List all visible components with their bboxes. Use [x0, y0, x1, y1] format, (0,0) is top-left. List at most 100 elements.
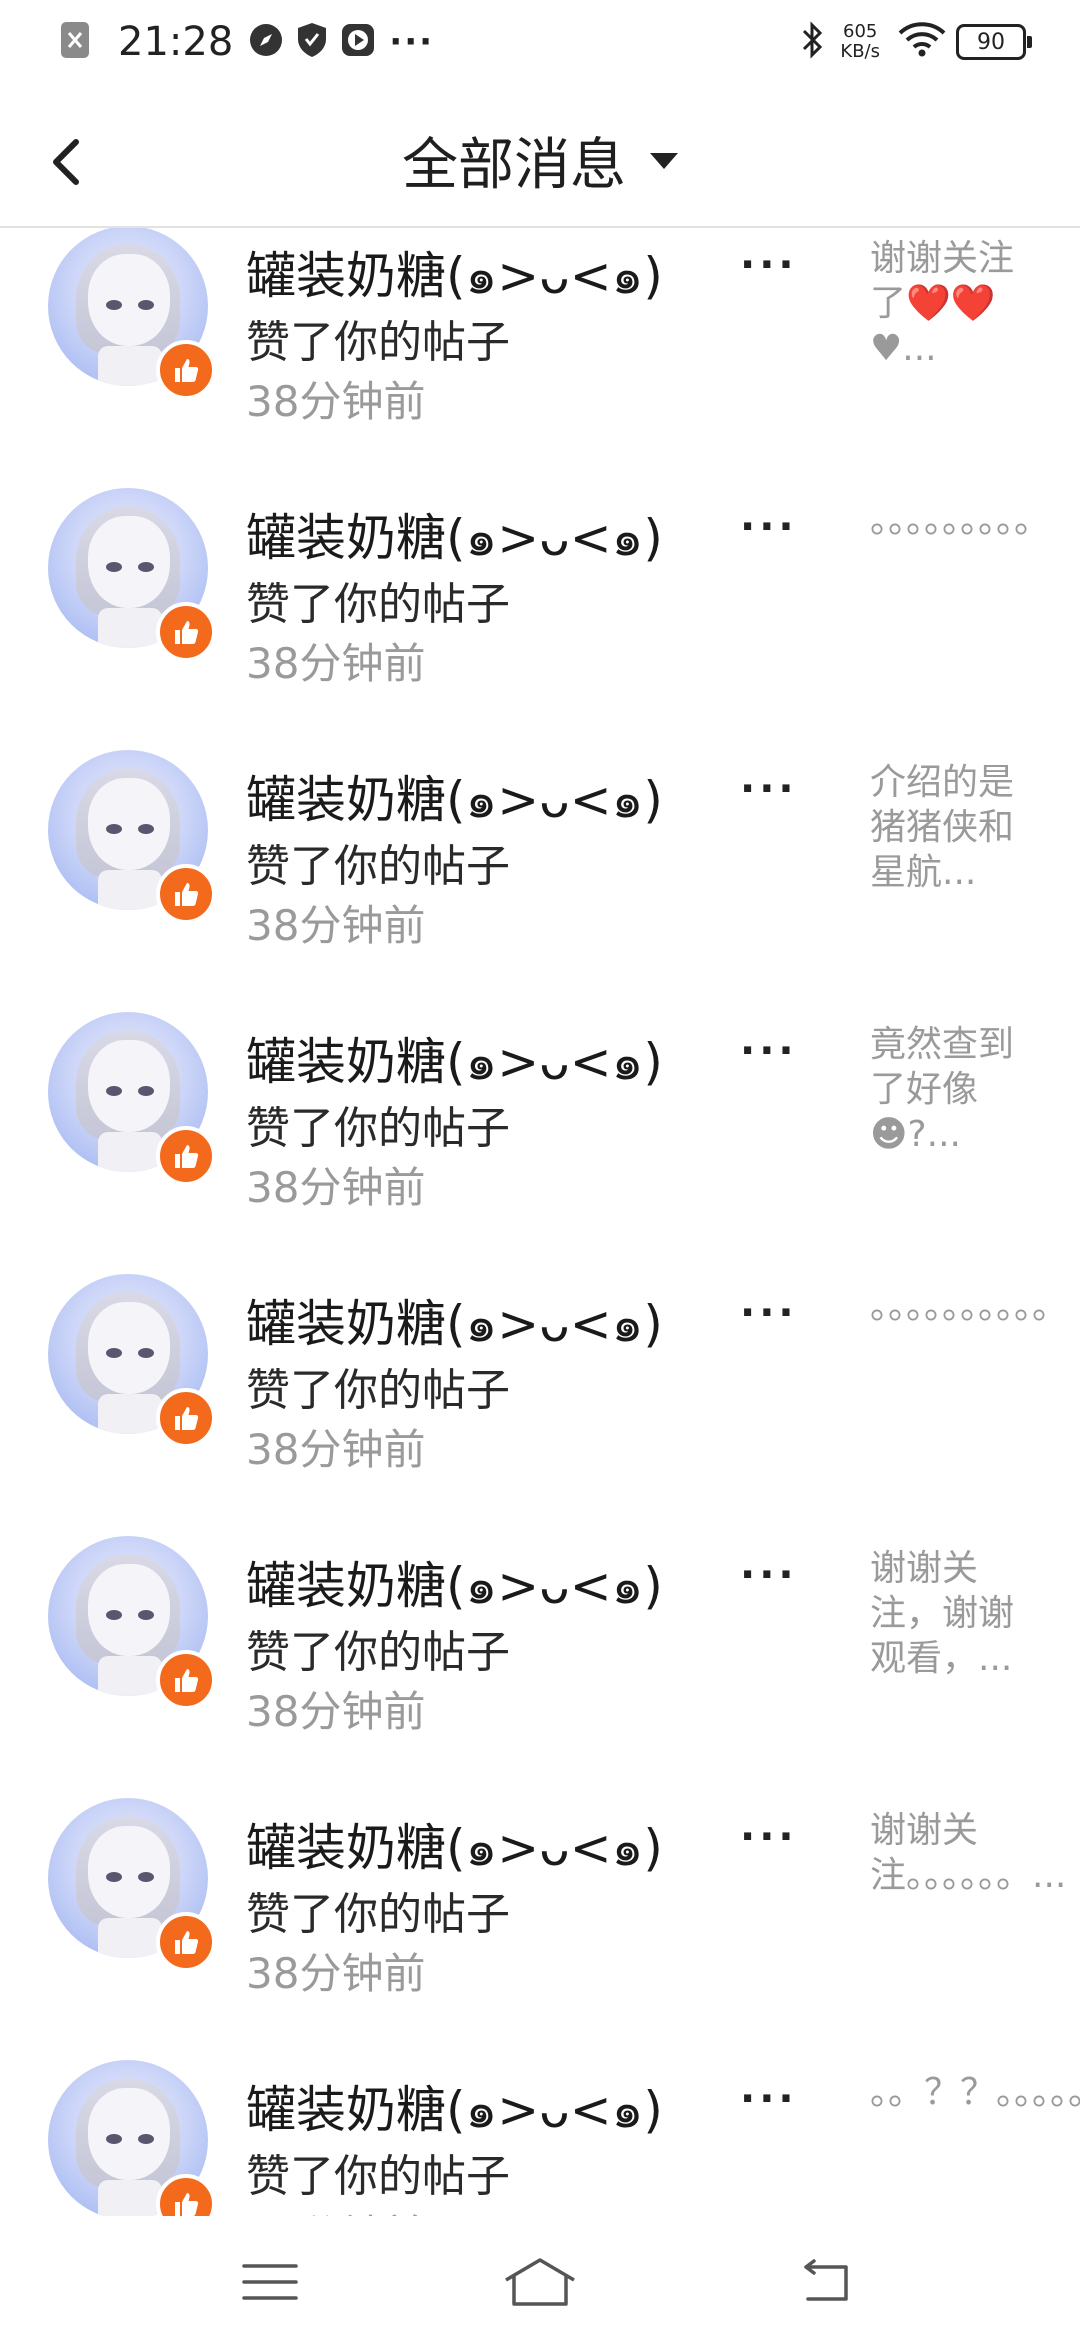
home-icon [505, 2258, 575, 2306]
clock: 21:28 [118, 19, 234, 65]
avatar-eye [138, 824, 154, 834]
thumbs-up-icon [175, 1931, 199, 1954]
avatar-face [88, 2088, 170, 2180]
avatar-body [98, 1656, 162, 1696]
avatar-eye [106, 300, 122, 310]
post-preview[interactable]: 谢谢关注。。。。。。... [870, 1808, 1066, 1898]
avatar-face [88, 1564, 170, 1656]
post-preview[interactable]: 。。？？。。。。。。... [870, 2070, 1080, 2115]
avatar-eye [106, 824, 122, 834]
back-nav-icon [804, 2259, 848, 2301]
message-list[interactable]: 罐装奶糖(๑>ᴗ<๑) ··· 赞了你的帖子 38分钟前 谢谢关注了❤️❤️♥... 罐装… [0, 226, 1080, 2216]
avatar-body [98, 1132, 162, 1172]
page-title: 全部消息 [402, 133, 626, 198]
like-badge [156, 1650, 216, 1710]
message-item[interactable]: 罐装奶糖(๑>ᴗ<๑) ··· 赞了你的帖子 38分钟前 谢谢关注。。。。。。... [0, 1728, 1080, 1998]
avatar-eye [138, 1610, 154, 1620]
sender-name[interactable]: 罐装奶糖(๑>ᴗ<๑) [246, 498, 663, 578]
status-bar: 21:28 ··· 605 KB/s 90 [0, 0, 1080, 84]
notification-close-icon [60, 21, 90, 63]
message-filter-dropdown[interactable]: 全部消息 [0, 120, 1080, 201]
thumbs-up-icon [175, 1145, 199, 1168]
more-options-icon[interactable]: ··· [740, 1814, 798, 1860]
like-badge [156, 1126, 216, 1186]
post-preview[interactable]: 介绍的是猪猪侠和星航... [870, 760, 1030, 895]
thumbs-up-icon [175, 2193, 199, 2216]
post-preview[interactable]: 。。。。。。。。。 [870, 498, 1050, 543]
thumbs-up-icon [175, 359, 199, 382]
more-options-icon[interactable]: ··· [740, 242, 798, 288]
thumbs-up-icon [175, 1407, 199, 1430]
message-action: 赞了你的帖子 [246, 317, 510, 368]
back-nav-button[interactable] [786, 2252, 866, 2312]
more-status-icon: ··· [389, 22, 435, 62]
message-action: 赞了你的帖子 [246, 2151, 510, 2202]
thumbs-up-icon [175, 1669, 199, 1692]
message-action: 赞了你的帖子 [246, 579, 510, 630]
avatar-eye [138, 300, 154, 310]
avatar-eye [138, 1872, 154, 1882]
message-item[interactable]: 罐装奶糖(๑>ᴗ<๑) ··· 赞了你的帖子 38分钟前 谢谢关注了❤️❤️♥... [0, 226, 1080, 426]
more-options-icon[interactable]: ··· [740, 504, 798, 550]
sender-name[interactable]: 罐装奶糖(๑>ᴗ<๑) [246, 2070, 663, 2150]
avatar-face [88, 778, 170, 870]
thumbs-up-icon [175, 883, 199, 906]
message-item[interactable]: 罐装奶糖(๑>ᴗ<๑) ··· 赞了你的帖子 38分钟前。。。。。。。。。 [0, 418, 1080, 688]
message-action: 赞了你的帖子 [246, 1889, 510, 1940]
more-options-icon[interactable]: ··· [740, 1290, 798, 1336]
sender-name[interactable]: 罐装奶糖(๑>ᴗ<๑) [246, 760, 663, 840]
post-preview[interactable]: 竟然查到了好像☻?... [870, 1022, 1030, 1157]
avatar-eye [106, 1610, 122, 1620]
avatar-eye [106, 1348, 122, 1358]
message-action: 赞了你的帖子 [246, 1627, 510, 1678]
battery-indicator: 90 [956, 24, 1032, 60]
thumbs-up-icon [175, 621, 199, 644]
message-item[interactable]: 罐装奶糖(๑>ᴗ<๑) ··· 赞了你的帖子 38分钟前 介绍的是猪猪侠和星航... [0, 680, 1080, 950]
message-item[interactable]: 罐装奶糖(๑>ᴗ<๑) ··· 赞了你的帖子38分钟前 。。？？。。。。。。... [0, 1990, 1080, 2216]
avatar-eye [106, 562, 122, 572]
post-preview[interactable]: 。。。。。。。。。。 [870, 1284, 1068, 1329]
message-item[interactable]: 罐装奶糖(๑>ᴗ<๑) ··· 赞了你的帖子 38分钟前 谢谢关注，谢谢观看，... [0, 1466, 1080, 1736]
post-preview[interactable]: 谢谢关注，谢谢观看，... [870, 1546, 1030, 1681]
bluetooth-icon [800, 21, 824, 63]
avatar-eye [138, 2134, 154, 2144]
avatar-eye [106, 2134, 122, 2144]
avatar-face [88, 1302, 170, 1394]
message-action: 赞了你的帖子 [246, 1365, 510, 1416]
like-badge [156, 602, 216, 662]
caret-down-icon [650, 152, 678, 169]
sender-name[interactable]: 罐装奶糖(๑>ᴗ<๑) [246, 1284, 663, 1364]
avatar-face [88, 1826, 170, 1918]
avatar-body [98, 1394, 162, 1434]
avatar-eye [138, 1086, 154, 1096]
network-speed: 605 KB/s [840, 21, 880, 62]
sender-name[interactable]: 罐装奶糖(๑>ᴗ<๑) [246, 236, 663, 316]
more-options-icon[interactable]: ··· [740, 766, 798, 812]
post-preview[interactable]: 谢谢关注了❤️❤️♥... [870, 236, 1030, 371]
avatar-eye [138, 1348, 154, 1358]
like-badge [156, 1388, 216, 1448]
message-item[interactable]: 罐装奶糖(๑>ᴗ<๑) ··· 赞了你的帖子 38分钟前。。。。。。。。。。 [0, 1204, 1080, 1474]
menu-nav-button[interactable] [230, 2252, 310, 2312]
avatar-face [88, 254, 170, 346]
compass-icon [249, 23, 283, 61]
system-nav-bar [0, 2216, 1080, 2340]
like-badge [156, 340, 216, 400]
sender-name[interactable]: 罐装奶糖(๑>ᴗ<๑) [246, 1022, 663, 1102]
message-time: 38分钟前 [246, 2202, 425, 2216]
sender-name[interactable]: 罐装奶糖(๑>ᴗ<๑) [246, 1808, 663, 1888]
avatar-body [98, 1918, 162, 1958]
sender-name[interactable]: 罐装奶糖(๑>ᴗ<๑) [246, 1546, 663, 1626]
like-badge [156, 1912, 216, 1972]
avatar-body [98, 2180, 162, 2216]
home-nav-button[interactable] [500, 2252, 580, 2312]
avatar-body [98, 346, 162, 386]
avatar-eye [106, 1872, 122, 1882]
message-item[interactable]: 罐装奶糖(๑>ᴗ<๑) ··· 赞了你的帖子 38分钟前 竟然查到了好像☻?... [0, 942, 1080, 1212]
more-options-icon[interactable]: ··· [740, 2076, 798, 2122]
menu-icon [242, 2264, 298, 2300]
shield-icon [297, 22, 327, 62]
more-options-icon[interactable]: ··· [740, 1028, 798, 1074]
like-badge [156, 864, 216, 924]
more-options-icon[interactable]: ··· [740, 1552, 798, 1598]
